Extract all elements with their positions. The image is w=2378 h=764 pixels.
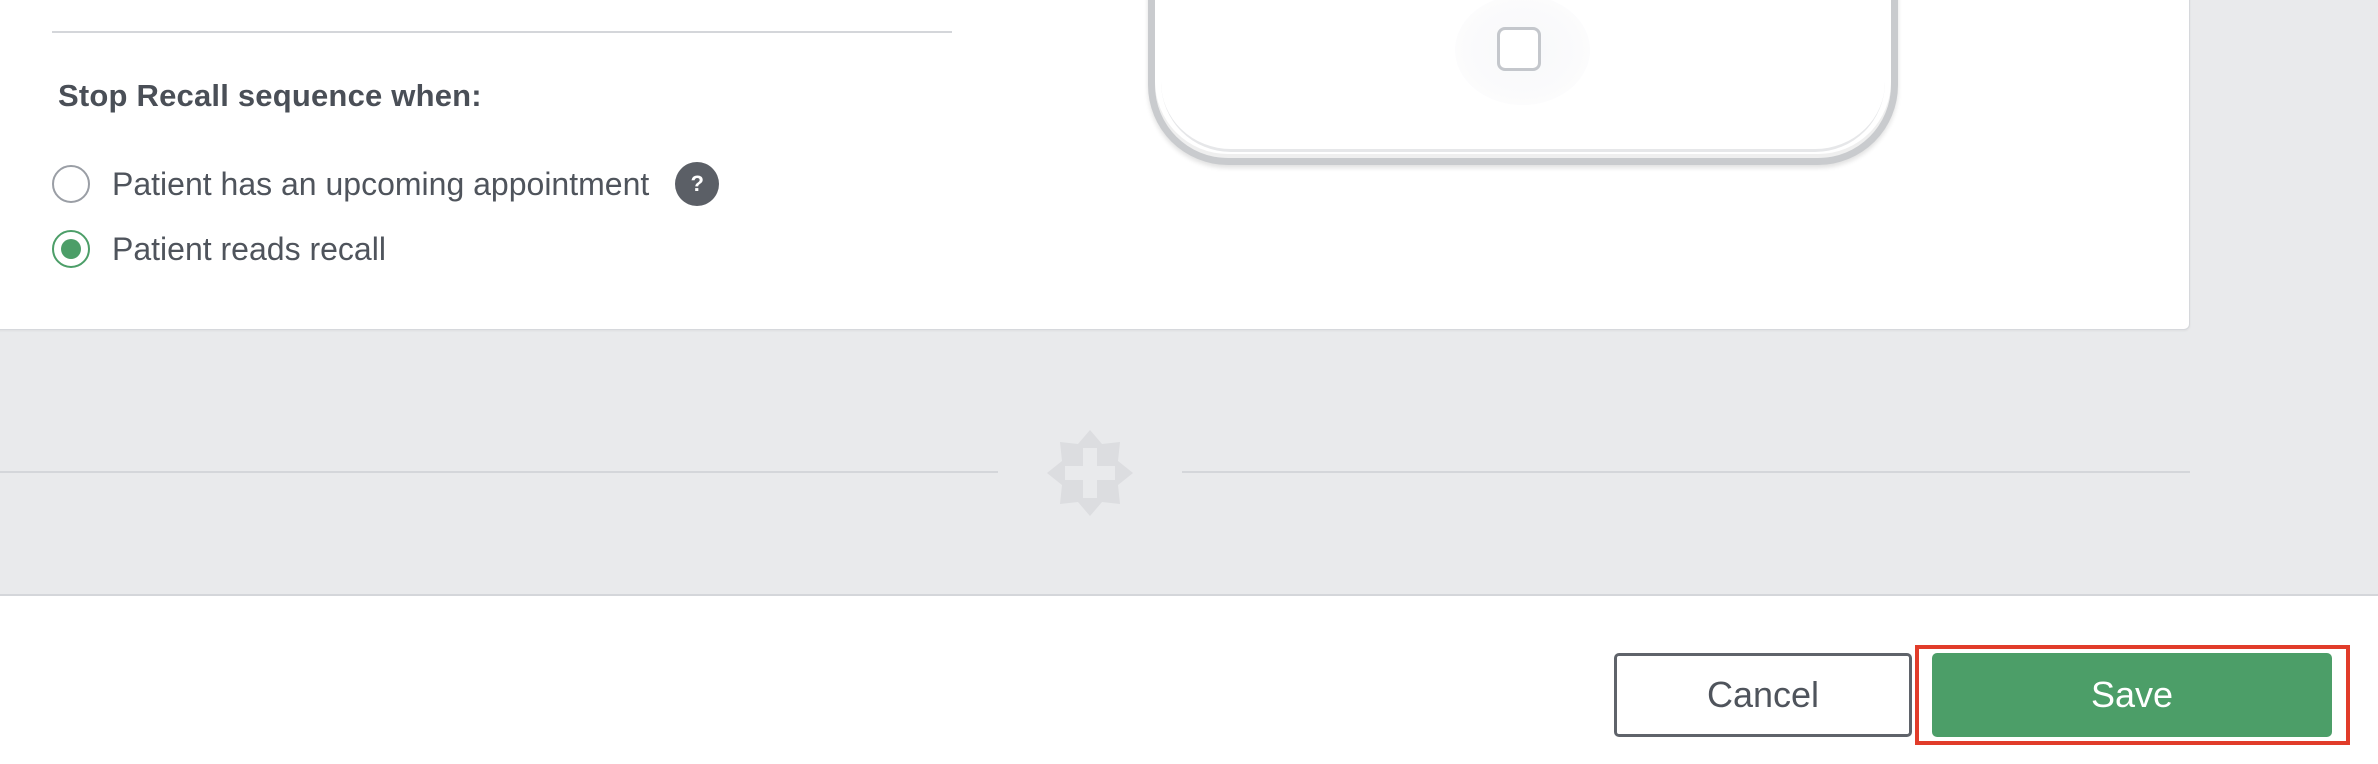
add-section-divider-left bbox=[0, 471, 998, 473]
section-divider bbox=[52, 31, 952, 33]
phone-home-square-icon bbox=[1497, 27, 1541, 71]
help-question-icon[interactable]: ? bbox=[675, 162, 720, 206]
radio-label-upcoming-appointment: Patient has an upcoming appointment bbox=[112, 165, 650, 202]
add-section-divider-right bbox=[1182, 471, 2190, 473]
stop-recall-title: Stop Recall sequence when: bbox=[58, 78, 482, 113]
radio-button-upcoming-appointment[interactable] bbox=[52, 165, 90, 203]
radio-option-upcoming-appointment[interactable]: Patient has an upcoming appointment ? bbox=[52, 162, 720, 206]
radio-label-reads-recall: Patient reads recall bbox=[112, 230, 386, 267]
radio-option-reads-recall[interactable]: Patient reads recall bbox=[52, 230, 386, 268]
cancel-button[interactable]: Cancel bbox=[1614, 653, 1912, 737]
radio-button-reads-recall[interactable] bbox=[52, 230, 90, 268]
add-section-plus-icon[interactable] bbox=[1045, 428, 1135, 518]
save-button[interactable]: Save bbox=[1932, 653, 2332, 737]
